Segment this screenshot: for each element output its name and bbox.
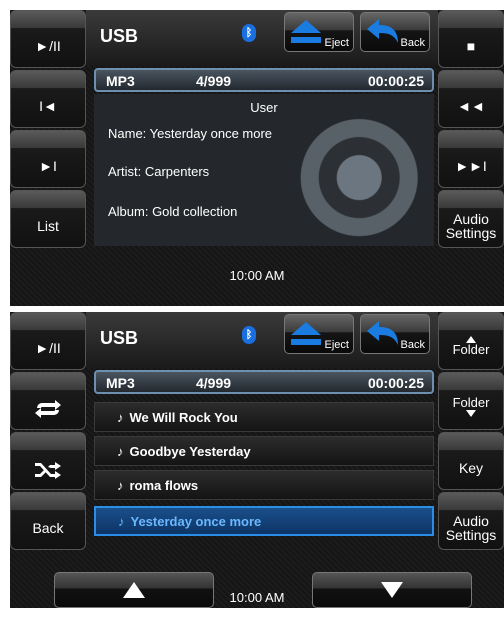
music-note-icon: ♪ [117,409,124,425]
scroll-down-button[interactable] [312,572,472,608]
format-label: MP3 [106,73,135,89]
track-list-item[interactable]: ♪ Goodbye Yesterday [94,436,434,466]
top-bar: USB ᛒ Eject Back [86,312,438,368]
track-artist: Artist: Carpenters [108,164,210,179]
folder-down-icon [466,409,476,417]
fast-forward-button[interactable]: ►►I [438,130,504,188]
eject-button[interactable]: Eject [284,12,354,52]
track-counter: 4/999 [196,375,232,391]
eject-label: Eject [324,37,349,49]
back-arrow-icon [367,321,398,345]
repeat-icon [35,400,61,418]
music-note-icon: ♪ [117,443,124,459]
folder-up-button[interactable]: Folder [438,312,504,370]
previous-track-button[interactable]: I◄ [10,70,86,128]
play-pause-icon: ►/II [35,38,61,54]
back-label: Back [400,339,425,351]
stop-button[interactable]: ■ [438,10,504,68]
eject-label: Eject [324,339,349,351]
track-title: Yesterday once more [130,513,262,529]
back-list-button[interactable]: Back [10,492,86,550]
eject-button[interactable]: Eject [284,314,354,354]
stop-icon: ■ [466,38,476,54]
fast-forward-icon: ►►I [455,158,487,174]
key-label: Key [458,460,484,476]
track-list-item-selected[interactable]: ♪ Yesterday once more [94,506,434,536]
play-pause-icon: ►/II [35,340,61,356]
track-title: Goodbye Yesterday [129,443,251,459]
audio-settings-button[interactable]: Audio Settings [438,492,504,550]
usb-now-playing-screen: ►/II I◄ ►I List ■ ◄◄ ►►I Audio Settings … [10,10,504,306]
track-title: roma flows [129,477,199,493]
music-note-icon: ♪ [118,513,125,529]
key-button[interactable]: Key [438,432,504,490]
previous-icon: I◄ [39,98,57,114]
top-bar: USB ᛒ Eject Back [86,10,438,66]
track-info-bar: MP3 4/999 00:00:25 [94,68,434,92]
list-button-label: List [37,218,59,234]
track-details-panel: User Name: Yesterday once more Artist: C… [94,94,434,246]
audio-settings-button[interactable]: Audio Settings [438,190,504,248]
back-list-label: Back [32,520,64,536]
source-title: USB [100,26,139,46]
repeat-button[interactable] [10,372,86,430]
clock: 10:00 AM [229,268,285,283]
track-info-bar: MP3 4/999 00:00:25 [94,370,434,394]
bluetooth-icon: ᛒ [242,326,256,344]
back-button[interactable]: Back [360,12,430,52]
next-track-button[interactable]: ►I [10,130,86,188]
source-title: USB [100,328,139,348]
rewind-button[interactable]: ◄◄ [438,70,504,128]
list-button[interactable]: List [10,190,86,248]
track-list-item[interactable]: ♪ We Will Rock You [94,402,434,432]
shuffle-button[interactable] [10,432,86,490]
play-pause-button[interactable]: ►/II [10,312,86,370]
track-list-item[interactable]: ♪ roma flows [94,470,434,500]
back-arrow-icon [367,19,398,43]
bluetooth-icon: ᛒ [242,24,256,42]
folder-up-label: Folder [452,341,490,357]
back-button[interactable]: Back [360,314,430,354]
folder-down-label: Folder [452,394,490,410]
eject-icon [291,20,321,43]
folder-down-button[interactable]: Folder [438,372,504,430]
track-album: Album: Gold collection [108,204,238,219]
play-pause-button[interactable]: ►/II [10,10,86,68]
music-note-icon: ♪ [117,477,124,493]
format-label: MP3 [106,375,135,391]
track-title: We Will Rock You [129,409,238,425]
down-arrow-icon [381,582,403,598]
usb-track-list-screen: ►/II Back Folder Folder Key Audio Settin… [10,312,504,608]
rewind-icon: ◄◄ [457,98,485,114]
audio-settings-label: Audio Settings [445,211,497,241]
elapsed-time: 00:00:25 [367,73,424,89]
track-counter: 4/999 [196,73,232,89]
next-icon: ►I [39,158,57,174]
details-heading: User [250,100,278,115]
back-label: Back [400,37,425,49]
audio-settings-label: Audio Settings [445,513,497,543]
elapsed-time: 00:00:25 [367,375,424,391]
shuffle-icon [35,462,61,479]
eject-icon [291,322,321,345]
track-name: Name: Yesterday once more [108,126,273,141]
